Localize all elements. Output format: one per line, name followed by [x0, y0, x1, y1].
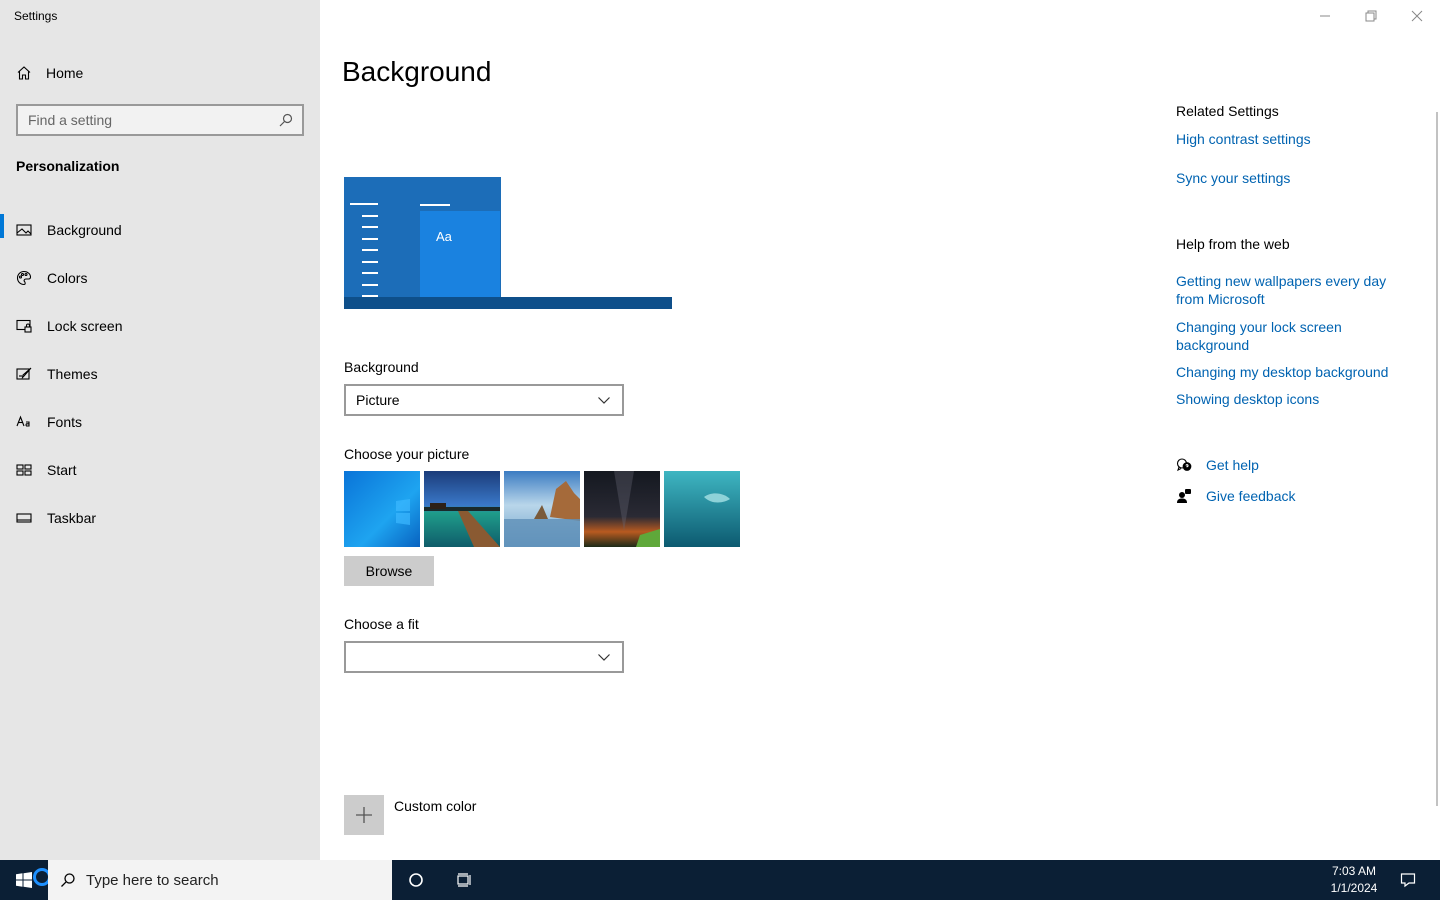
chevron-down-icon	[596, 649, 612, 665]
help-from-web-title: Help from the web	[1176, 236, 1290, 252]
picture-thumbnail-windows[interactable]	[344, 471, 420, 547]
preview-window-titlebar	[420, 204, 450, 206]
taskbar-icon	[16, 510, 32, 526]
picture-thumbnail-pier[interactable]	[424, 471, 500, 547]
find-setting-input[interactable]	[28, 112, 278, 128]
custom-color-button[interactable]: Custom color	[344, 795, 476, 835]
app-title: Settings	[14, 9, 58, 23]
sidebar: Settings Home Personalization Background…	[0, 0, 320, 860]
vertical-scrollbar[interactable]	[1436, 112, 1438, 806]
preview-sample-text: Aa	[436, 229, 452, 244]
taskbar-search-input[interactable]	[86, 871, 366, 889]
system-clock[interactable]: 7:03 AM 1/1/2024	[1318, 863, 1390, 897]
search-icon[interactable]	[278, 112, 294, 128]
sidebar-item-background[interactable]: Background	[0, 206, 320, 254]
background-dropdown[interactable]: Picture	[344, 384, 624, 416]
home-nav-item[interactable]: Home	[16, 62, 83, 84]
chat-help-icon	[1176, 457, 1192, 473]
sidebar-item-start[interactable]: Start	[0, 446, 320, 494]
link-desktop-icons[interactable]: Showing desktop icons	[1176, 390, 1416, 408]
sidebar-nav: Background Colors Lock screen Themes Fon…	[0, 206, 320, 542]
clock-date: 1/1/2024	[1330, 881, 1378, 895]
background-label: Background	[344, 359, 419, 375]
link-new-wallpapers[interactable]: Getting new wallpapers every day from Mi…	[1176, 272, 1406, 308]
picture-thumbnails	[344, 471, 740, 547]
home-label: Home	[46, 65, 84, 81]
restore-icon	[1363, 8, 1379, 24]
sidebar-item-label: Taskbar	[47, 510, 97, 526]
palette-icon	[16, 270, 32, 286]
close-button[interactable]	[1394, 4, 1440, 28]
background-dropdown-value: Picture	[356, 392, 400, 408]
minimize-button[interactable]	[1302, 4, 1348, 28]
give-feedback-row[interactable]: Give feedback	[1176, 487, 1296, 505]
chevron-down-icon	[596, 392, 612, 408]
picture-thumbnail-beach[interactable]	[504, 471, 580, 547]
picture-thumbnail-night-sky[interactable]	[584, 471, 660, 547]
task-view-button[interactable]	[440, 860, 488, 900]
preview-start-menu-lines	[350, 203, 380, 307]
link-give-feedback[interactable]: Give feedback	[1206, 487, 1296, 505]
link-get-help[interactable]: Get help	[1206, 456, 1259, 474]
related-settings-title: Related Settings	[1176, 103, 1279, 119]
picture-thumbnail-underwater[interactable]	[664, 471, 740, 547]
sidebar-item-lock-screen[interactable]: Lock screen	[0, 302, 320, 350]
minimize-icon	[1317, 8, 1333, 24]
themes-icon	[16, 366, 32, 382]
windows-taskbar: 7:03 AM 1/1/2024	[0, 860, 1440, 900]
notification-icon	[1400, 872, 1416, 888]
fonts-icon	[16, 414, 32, 430]
search-icon	[60, 872, 76, 888]
choose-fit-dropdown[interactable]	[344, 641, 624, 673]
sidebar-item-label: Start	[47, 462, 77, 478]
sidebar-item-label: Lock screen	[47, 318, 123, 334]
clock-time: 7:03 AM	[1331, 864, 1377, 878]
sidebar-item-label: Themes	[47, 366, 98, 382]
feedback-icon	[1176, 488, 1192, 504]
start-icon	[16, 462, 32, 478]
lock-screen-icon	[16, 318, 32, 334]
sidebar-item-colors[interactable]: Colors	[0, 254, 320, 302]
link-lock-screen-background[interactable]: Changing your lock screen background	[1176, 318, 1366, 354]
plus-icon	[344, 795, 384, 835]
close-icon	[1409, 8, 1425, 24]
preview-window	[420, 211, 500, 297]
home-icon	[16, 65, 32, 81]
cortana-circle-icon	[408, 872, 424, 888]
get-help-row[interactable]: Get help	[1176, 456, 1259, 474]
sidebar-item-label: Colors	[47, 270, 88, 286]
sidebar-item-themes[interactable]: Themes	[0, 350, 320, 398]
custom-color-label: Custom color	[394, 798, 477, 814]
sidebar-item-label: Fonts	[47, 414, 83, 430]
restore-button[interactable]	[1348, 4, 1394, 28]
link-desktop-background[interactable]: Changing my desktop background	[1176, 363, 1416, 381]
sidebar-item-label: Background	[47, 222, 122, 238]
background-preview: Aa	[344, 177, 672, 309]
browse-button[interactable]: Browse	[344, 556, 434, 586]
action-center-button[interactable]	[1390, 860, 1426, 900]
find-setting-search-box[interactable]	[16, 104, 304, 136]
task-view-icon	[456, 872, 472, 888]
link-sync-your-settings[interactable]: Sync your settings	[1176, 169, 1416, 187]
page-title: Background	[342, 56, 492, 87]
main-content: Background Aa Background Picture Choose …	[320, 0, 1440, 860]
preview-taskbar	[344, 297, 672, 309]
taskbar-search-box[interactable]	[48, 860, 392, 900]
picture-icon	[16, 222, 32, 238]
sidebar-item-fonts[interactable]: Fonts	[0, 398, 320, 446]
choose-fit-label: Choose a fit	[344, 616, 419, 632]
cortana-button[interactable]	[392, 860, 440, 900]
choose-picture-label: Choose your picture	[344, 446, 470, 462]
windows-logo-icon	[16, 872, 32, 888]
link-high-contrast-settings[interactable]: High contrast settings	[1176, 130, 1416, 148]
sidebar-item-taskbar[interactable]: Taskbar	[0, 494, 320, 542]
section-title-personalization: Personalization	[16, 158, 120, 174]
